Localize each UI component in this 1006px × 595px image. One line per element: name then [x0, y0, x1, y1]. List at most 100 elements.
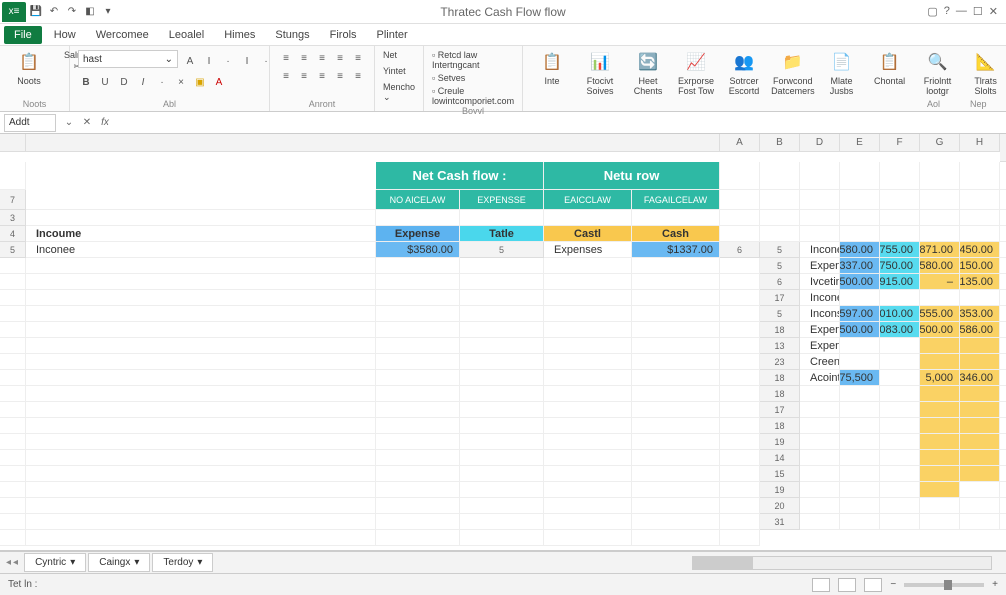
cell[interactable] [960, 514, 1000, 530]
cell[interactable] [26, 354, 376, 370]
cell[interactable] [720, 466, 760, 482]
cell[interactable] [720, 482, 760, 498]
cell[interactable] [920, 386, 960, 402]
cell[interactable] [800, 434, 840, 450]
data-cell[interactable] [880, 338, 920, 354]
cell[interactable] [1000, 274, 1006, 290]
cell[interactable] [26, 434, 376, 450]
align-icon[interactable]: ≡ [278, 68, 294, 84]
cell[interactable] [0, 338, 26, 354]
number-format-select[interactable]: Mencho ⌄ [383, 82, 415, 103]
row-header[interactable]: 7 [0, 190, 26, 210]
row-header[interactable]: 5 [760, 306, 800, 322]
data-cell[interactable] [920, 338, 960, 354]
data-cell[interactable]: $150.00 [960, 258, 1000, 274]
ribbon-button[interactable]: 📋Inte [531, 50, 573, 86]
cell[interactable] [26, 210, 376, 226]
cell[interactable] [880, 190, 920, 210]
cell[interactable] [920, 482, 960, 498]
ribbon-button[interactable]: 🔄Heet Chents [627, 50, 669, 96]
data-cell[interactable] [960, 290, 1000, 306]
cell[interactable] [26, 290, 376, 306]
cell[interactable] [720, 290, 760, 306]
cell[interactable] [960, 210, 1000, 226]
cell[interactable] [460, 402, 544, 418]
cell[interactable] [376, 370, 460, 386]
row-header[interactable]: 18 [760, 370, 800, 386]
cell[interactable] [720, 162, 760, 190]
app-icon[interactable]: x≡ [2, 2, 26, 22]
data-cell[interactable]: $346.00 [960, 370, 1000, 386]
cell[interactable] [376, 338, 460, 354]
data-cell[interactable] [960, 354, 1000, 370]
align-icon[interactable]: ≡ [296, 50, 312, 66]
cell[interactable] [632, 386, 720, 402]
cell[interactable] [26, 498, 376, 514]
cell[interactable] [0, 258, 26, 274]
cell[interactable] [800, 498, 840, 514]
cell[interactable] [376, 402, 460, 418]
cell[interactable] [1000, 210, 1006, 226]
cell[interactable] [880, 498, 920, 514]
cell[interactable] [544, 290, 632, 306]
column-header[interactable]: G [920, 134, 960, 152]
column-header[interactable]: A [720, 134, 760, 152]
cell[interactable] [920, 210, 960, 226]
cell[interactable] [26, 402, 376, 418]
cell[interactable] [800, 466, 840, 482]
cell[interactable] [376, 258, 460, 274]
ribbon-button[interactable]: 📊Ftocivt Soives [579, 50, 621, 96]
data-cell[interactable]: $5010.00 [880, 306, 920, 322]
cell[interactable] [632, 258, 720, 274]
tab-prev-icon[interactable]: ◂ [13, 557, 18, 568]
align-icon[interactable]: ≡ [332, 50, 348, 66]
row-header[interactable]: 5 [760, 258, 800, 274]
cell[interactable] [376, 530, 460, 546]
cell[interactable] [26, 274, 376, 290]
cell[interactable] [376, 386, 460, 402]
cell[interactable] [960, 466, 1000, 482]
row-header[interactable]: 14 [760, 450, 800, 466]
cell[interactable] [920, 450, 960, 466]
cell[interactable] [632, 290, 720, 306]
cell[interactable] [960, 226, 1000, 242]
cell[interactable] [544, 370, 632, 386]
zoom-out-icon[interactable]: − [890, 579, 896, 590]
cell[interactable] [376, 290, 460, 306]
cell[interactable] [460, 434, 544, 450]
data-cell[interactable]: $1337.00 [840, 258, 880, 274]
cell[interactable] [1000, 242, 1006, 258]
row-header[interactable]: 3 [0, 210, 26, 226]
cell[interactable] [0, 354, 26, 370]
font-select[interactable]: hast⌄ [78, 50, 178, 68]
cell[interactable] [460, 306, 544, 322]
cell[interactable] [1000, 402, 1006, 418]
cell[interactable] [26, 258, 376, 274]
cell[interactable] [460, 466, 544, 482]
cell[interactable] [720, 210, 760, 226]
cell[interactable] [880, 386, 920, 402]
cell[interactable] [920, 418, 960, 434]
cell[interactable] [544, 498, 632, 514]
ribbon-button[interactable]: 👥Sotrcer Escortd [723, 50, 765, 96]
cell[interactable] [800, 482, 840, 498]
row-header[interactable]: 17 [760, 402, 800, 418]
cell[interactable] [880, 466, 920, 482]
cell[interactable] [632, 306, 720, 322]
data-cell[interactable]: $135.00 [960, 274, 1000, 290]
cell[interactable] [376, 274, 460, 290]
cell[interactable] [800, 386, 840, 402]
row-header[interactable]: 18 [760, 322, 800, 338]
cell[interactable] [760, 210, 800, 226]
font-btn-icon[interactable]: × [173, 74, 189, 90]
cell[interactable] [460, 338, 544, 354]
menu-item[interactable]: Himes [216, 26, 263, 44]
data-cell[interactable]: $1337.00 [632, 242, 720, 258]
cell[interactable] [460, 322, 544, 338]
cell[interactable] [0, 498, 26, 514]
font-ctl-icon[interactable]: · [220, 53, 236, 69]
cell[interactable] [1000, 434, 1006, 450]
data-cell[interactable]: $1500.00 [840, 322, 880, 338]
cell[interactable] [1000, 354, 1006, 370]
cell[interactable] [920, 434, 960, 450]
